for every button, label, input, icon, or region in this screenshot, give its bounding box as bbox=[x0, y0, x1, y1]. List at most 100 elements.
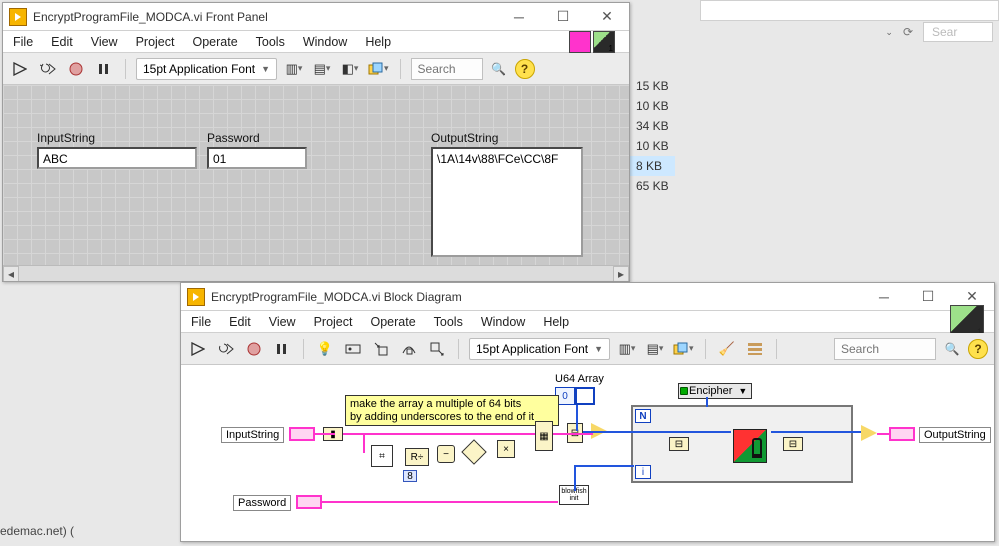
comment-line2: by adding underscores to the end of it bbox=[350, 411, 554, 424]
vi-icon-corner[interactable] bbox=[593, 31, 615, 53]
menu-edit[interactable]: Edit bbox=[51, 35, 73, 49]
file-size: 15 KB bbox=[630, 76, 675, 96]
front-panel-window: EncryptProgramFile_MODCA.vi Front Panel … bbox=[2, 2, 630, 282]
block-diagram-titlebar[interactable]: EncryptProgramFile_MODCA.vi Block Diagra… bbox=[181, 283, 994, 311]
array-size-node[interactable]: ⌗ bbox=[371, 445, 393, 467]
explorer-search-box[interactable]: Sear bbox=[923, 22, 993, 42]
menu-file[interactable]: File bbox=[191, 315, 211, 329]
front-panel-titlebar[interactable]: EncryptProgramFile_MODCA.vi Front Panel … bbox=[3, 3, 629, 31]
u64-value[interactable] bbox=[575, 387, 595, 405]
menu-help[interactable]: Help bbox=[543, 315, 569, 329]
search-icon[interactable]: 🔍 bbox=[489, 62, 509, 76]
bd-inputstring-terminal[interactable] bbox=[289, 427, 315, 441]
menu-tools[interactable]: Tools bbox=[434, 315, 463, 329]
context-help-button[interactable]: ? bbox=[968, 339, 988, 359]
menu-tools[interactable]: Tools bbox=[256, 35, 285, 49]
palette-button[interactable] bbox=[744, 338, 766, 360]
search-input[interactable] bbox=[412, 62, 482, 76]
context-help-button[interactable]: ? bbox=[515, 59, 535, 79]
menu-view[interactable]: View bbox=[269, 315, 296, 329]
step-out-button[interactable] bbox=[426, 338, 448, 360]
for-loop[interactable]: N i ⊟ ⊟ bbox=[631, 405, 853, 483]
build-array-node[interactable]: ▦ bbox=[535, 421, 553, 451]
cleanup-diagram-button[interactable]: 🧹 bbox=[716, 338, 738, 360]
run-continuously-button[interactable] bbox=[37, 58, 59, 80]
run-continuously-button[interactable] bbox=[215, 338, 237, 360]
bd-outputstring-terminal[interactable] bbox=[889, 427, 915, 441]
align-objects-button[interactable]: ▥▾ bbox=[616, 338, 638, 360]
inputstring-control: InputString ABC bbox=[37, 131, 197, 169]
minimize-button[interactable]: ─ bbox=[497, 3, 541, 31]
distribute-objects-button[interactable]: ▤▾ bbox=[644, 338, 666, 360]
highlight-execution-button[interactable]: 💡 bbox=[314, 338, 336, 360]
scroll-left-icon[interactable]: ◂ bbox=[3, 266, 19, 282]
flatten-node[interactable]: ⊟ bbox=[669, 437, 689, 451]
labview-vi-icon bbox=[187, 288, 205, 306]
unflatten-node[interactable]: ⊟ bbox=[783, 437, 803, 451]
subtract-node[interactable]: − bbox=[437, 445, 455, 463]
explorer-refresh-icon[interactable]: ⟳ bbox=[903, 25, 913, 39]
minimize-button[interactable]: ─ bbox=[862, 283, 906, 311]
menu-view[interactable]: View bbox=[91, 35, 118, 49]
step-over-button[interactable] bbox=[398, 338, 420, 360]
const-8[interactable]: 8 bbox=[403, 470, 417, 482]
abort-button[interactable] bbox=[65, 58, 87, 80]
menu-help[interactable]: Help bbox=[365, 35, 391, 49]
bd-outputstring-label: OutputString bbox=[919, 427, 991, 443]
search-input[interactable] bbox=[835, 342, 935, 356]
run-button[interactable] bbox=[9, 58, 31, 80]
quotient-remainder-node[interactable]: R÷ bbox=[405, 448, 429, 466]
menu-operate[interactable]: Operate bbox=[370, 315, 415, 329]
reorder-button[interactable]: ▾ bbox=[367, 58, 390, 80]
menu-project[interactable]: Project bbox=[314, 315, 353, 329]
distribute-objects-button[interactable]: ▤▾ bbox=[311, 58, 333, 80]
file-size: 65 KB bbox=[630, 176, 675, 196]
front-panel-area[interactable]: InputString ABC Password 01 OutputString… bbox=[3, 85, 629, 281]
menu-operate[interactable]: Operate bbox=[192, 35, 237, 49]
search-icon[interactable]: 🔍 bbox=[942, 342, 962, 356]
menu-project[interactable]: Project bbox=[136, 35, 175, 49]
scroll-right-icon[interactable]: ▸ bbox=[613, 266, 629, 282]
password-value[interactable]: 01 bbox=[207, 147, 307, 169]
file-size: 34 KB bbox=[630, 116, 675, 136]
horizontal-scrollbar[interactable]: ◂ ▸ bbox=[3, 265, 629, 281]
unbundle-node[interactable] bbox=[861, 425, 877, 441]
menu-file[interactable]: File bbox=[13, 35, 33, 49]
pause-button[interactable] bbox=[93, 58, 115, 80]
inputstring-label: InputString bbox=[37, 131, 197, 145]
reorder-button[interactable]: ▾ bbox=[672, 338, 695, 360]
bd-password-label: Password bbox=[233, 495, 291, 511]
retain-wire-values-button[interactable] bbox=[342, 338, 364, 360]
menu-window[interactable]: Window bbox=[481, 315, 525, 329]
menu-window[interactable]: Window bbox=[303, 35, 347, 49]
run-button[interactable] bbox=[187, 338, 209, 360]
menu-edit[interactable]: Edit bbox=[229, 315, 251, 329]
explorer-dropdown-caret[interactable]: ⌄ bbox=[885, 27, 893, 38]
close-button[interactable]: ✕ bbox=[585, 3, 629, 31]
ring-value: Encipher bbox=[689, 385, 732, 397]
step-into-button[interactable] bbox=[370, 338, 392, 360]
u64-array-control[interactable]: 0 bbox=[555, 387, 595, 405]
toolbar-search[interactable] bbox=[411, 58, 483, 80]
toolbar-search[interactable] bbox=[834, 338, 936, 360]
inputstring-value[interactable]: ABC bbox=[37, 147, 197, 169]
maximize-button[interactable]: ☐ bbox=[906, 283, 950, 311]
pause-button[interactable] bbox=[271, 338, 293, 360]
front-panel-menubar: File Edit View Project Operate Tools Win… bbox=[3, 31, 629, 53]
font-combo[interactable]: 15pt Application Font ▼ bbox=[469, 338, 610, 360]
maximize-button[interactable]: ☐ bbox=[541, 3, 585, 31]
abort-button[interactable] bbox=[243, 338, 265, 360]
font-combo[interactable]: 15pt Application Font ▼ bbox=[136, 58, 277, 80]
resize-objects-button[interactable]: ◧▾ bbox=[339, 58, 361, 80]
font-label: 15pt Application Font bbox=[143, 62, 255, 76]
bd-password-terminal[interactable] bbox=[296, 495, 322, 509]
encipher-ring[interactable]: Encipher ▼ bbox=[678, 383, 752, 399]
select-node[interactable] bbox=[461, 439, 486, 464]
align-objects-button[interactable]: ▥▾ bbox=[283, 58, 305, 80]
bd-comment[interactable]: make the array a multiple of 64 bits by … bbox=[345, 395, 559, 426]
block-diagram-area[interactable]: InputString Password U64 Array 0 Enciphe… bbox=[181, 365, 994, 541]
block-diagram-toolbar: 💡 15pt Application Font ▼ ▥▾ ▤▾ ▾ 🧹 🔍 ? bbox=[181, 333, 994, 365]
connector-pane-icon[interactable] bbox=[569, 31, 591, 53]
multiply-node[interactable]: × bbox=[497, 440, 515, 458]
u64-array-label: U64 Array bbox=[555, 373, 604, 385]
